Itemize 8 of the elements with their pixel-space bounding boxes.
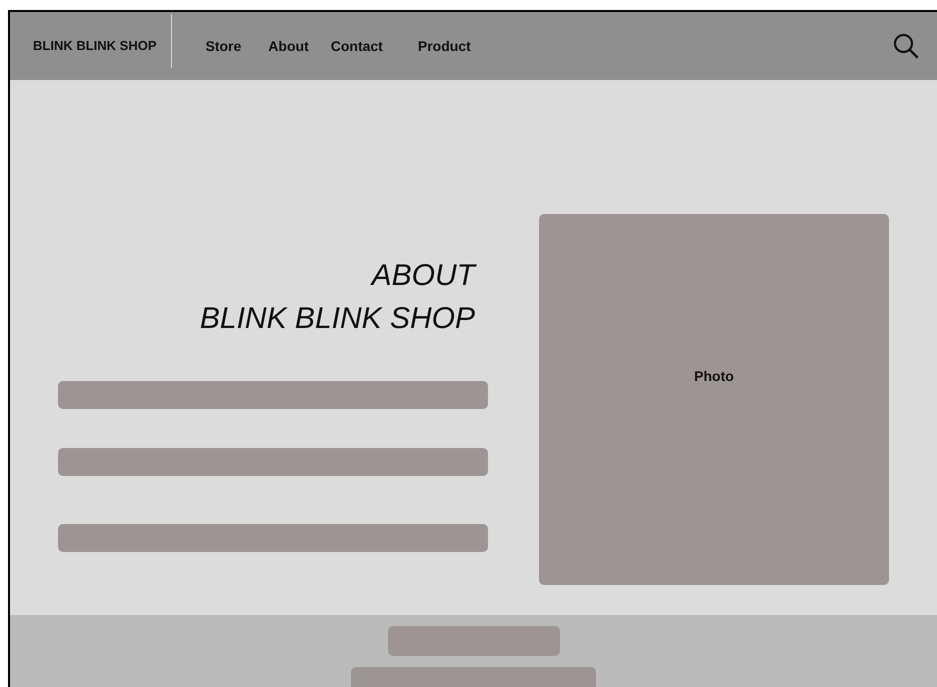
nav-link[interactable]: Store bbox=[206, 36, 242, 56]
page-heading: ABOUT BLINK BLINK SHOP bbox=[198, 258, 478, 337]
nav-link[interactable]: Product bbox=[418, 36, 471, 56]
nav-link[interactable]: About bbox=[268, 36, 309, 56]
brand-name: BLINK BLINK SHOP bbox=[33, 37, 156, 56]
search-icon[interactable] bbox=[893, 33, 919, 59]
photo-label: Photo bbox=[694, 366, 734, 386]
nav-link[interactable]: Contact bbox=[330, 36, 383, 56]
